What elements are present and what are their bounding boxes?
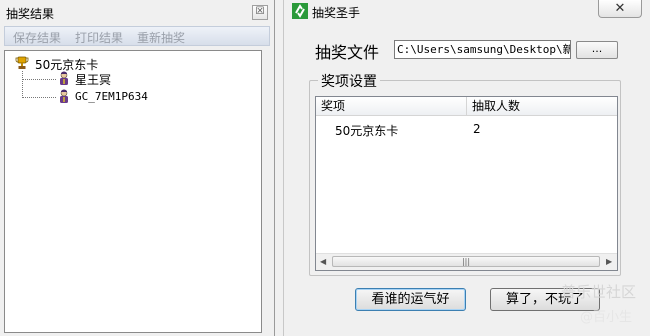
table-cell-prize[interactable]: 50元京东卡 xyxy=(335,122,398,139)
print-results-button[interactable]: 打印结果 xyxy=(75,29,123,46)
watermark-author: @百小生 xyxy=(580,310,633,325)
draw-button[interactable]: 看谁的运气好 xyxy=(355,288,466,311)
redraw-button[interactable]: 重新抽奖 xyxy=(137,29,185,46)
scroll-right-icon[interactable]: ▶ xyxy=(606,257,612,266)
results-toolbar: 保存结果 打印结果 重新抽奖 xyxy=(4,26,270,46)
results-close-button[interactable]: ☒ xyxy=(252,5,268,20)
recycle-app-icon xyxy=(292,3,308,19)
tree-connector xyxy=(22,71,23,98)
results-titlebar[interactable]: 抽奖结果 ☒ xyxy=(0,0,274,24)
results-tree[interactable]: 50元京东卡 星王冥 GC_7EM1P634 xyxy=(4,50,262,333)
person-icon xyxy=(60,89,68,103)
browse-button[interactable]: ... xyxy=(576,41,618,59)
file-label: 抽奖文件 xyxy=(315,43,380,62)
person-icon xyxy=(60,71,68,85)
file-path-input[interactable]: C:\Users\samsung\Desktop\新建 xyxy=(394,40,571,59)
results-window: 抽奖结果 ☒ 保存结果 打印结果 重新抽奖 50元京东卡 星王冥 GC_7EM1… xyxy=(0,0,275,336)
scroll-left-icon[interactable]: ◀ xyxy=(320,257,326,266)
save-results-button[interactable]: 保存结果 xyxy=(13,29,61,46)
lottery-titlebar[interactable]: 抽奖圣手 ✕ xyxy=(284,0,650,22)
column-header-prize[interactable]: 奖项 xyxy=(316,97,466,116)
tree-winner-1[interactable]: 星王冥 xyxy=(75,71,111,88)
column-header-count[interactable]: 抽取人数 xyxy=(467,97,617,116)
lottery-close-button[interactable]: ✕ xyxy=(598,0,642,18)
close-icon: ☒ xyxy=(255,6,265,17)
horizontal-scrollbar[interactable]: ◀ ||| ▶ xyxy=(316,253,617,270)
tree-winner-2[interactable]: GC_7EM1P634 xyxy=(75,90,148,103)
table-cell-count[interactable]: 2 xyxy=(473,122,481,136)
tree-connector xyxy=(22,97,56,98)
trophy-icon xyxy=(15,56,29,69)
prize-settings-title: 奖项设置 xyxy=(318,71,380,91)
prize-list[interactable]: 奖项 抽取人数 50元京东卡 2 ◀ ||| ▶ xyxy=(315,96,618,271)
lottery-window-title: 抽奖圣手 xyxy=(312,6,361,20)
watermark-text: 普乐世社区 xyxy=(561,283,637,301)
results-window-title: 抽奖结果 xyxy=(6,7,55,21)
close-icon: ✕ xyxy=(614,1,626,16)
tree-connector xyxy=(22,79,56,80)
scrollbar-thumb[interactable]: ||| xyxy=(332,256,600,267)
